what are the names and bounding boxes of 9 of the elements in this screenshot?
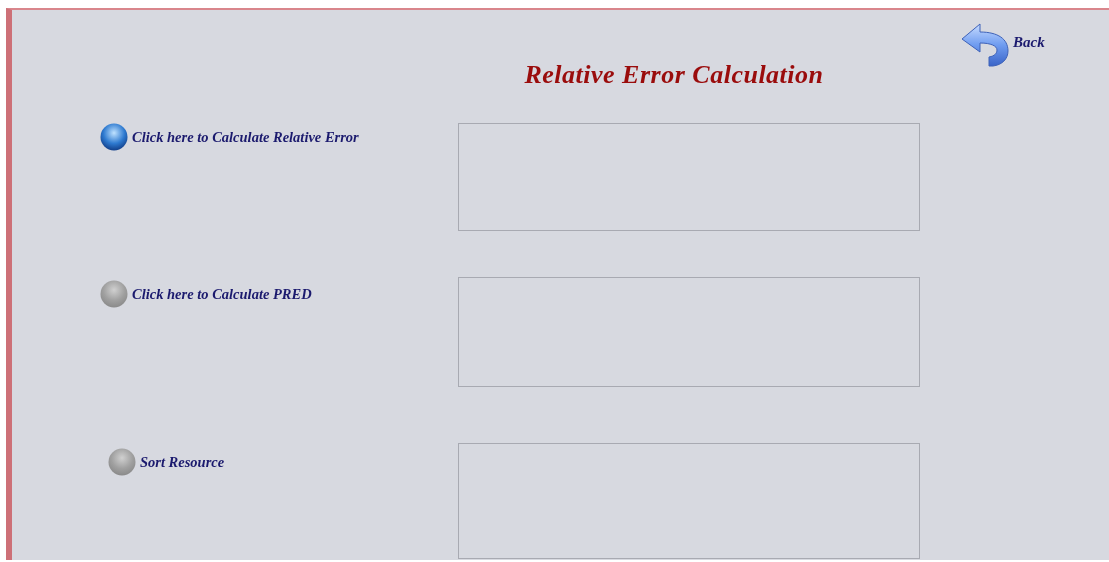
radio-option[interactable]: Sort Resource: [108, 448, 225, 476]
back-arrow-icon: [960, 21, 1010, 67]
output-box[interactable]: [458, 123, 920, 231]
radio-option[interactable]: Click here to Calculate PRED: [100, 280, 312, 308]
output-box[interactable]: [458, 443, 920, 559]
back-button[interactable]: Back: [960, 21, 1045, 67]
radio-option[interactable]: Click here to Calculate Relative Error: [100, 123, 359, 151]
output-box[interactable]: [458, 277, 920, 387]
page-title: Relative Error Calculation: [524, 60, 824, 89]
